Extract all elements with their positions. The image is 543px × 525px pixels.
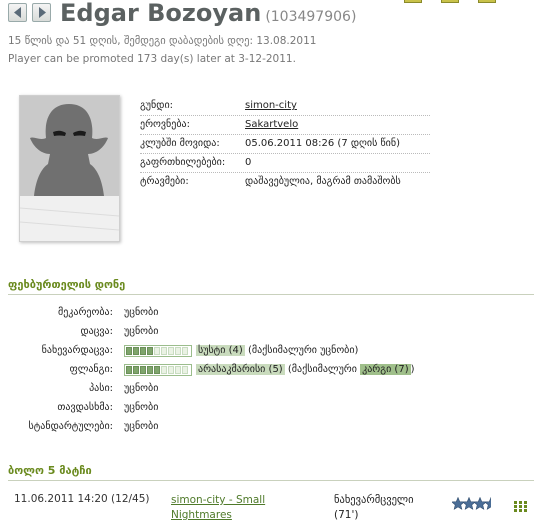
playmaking-level-text: სუსტი (4) (მაქსიმალური უცნობი) <box>196 345 358 356</box>
match-position: ნახევარმცველი (71') <box>334 494 414 521</box>
skill-bar-segment <box>168 347 174 355</box>
goalkeeping-value: უცნობი <box>124 307 159 318</box>
silhouette-icon <box>19 96 120 241</box>
arrow-right-icon <box>39 7 46 18</box>
winger-max-suffix: ) <box>410 364 415 375</box>
promotion-info-line: Player can be promoted 173 day(s) later … <box>8 53 296 65</box>
joined-label: კლუბში მოვიდა: <box>140 138 220 149</box>
half-star-icon <box>484 497 491 510</box>
skill-row-playmaking: ნახევარდაცვა: სუსტი (4) (მაქსიმალური უცნ… <box>0 342 543 361</box>
previous-player-button[interactable] <box>8 3 27 22</box>
player-age-line: 15 წლის და 51 დღის, შემდეგი დაბადების დღ… <box>8 35 317 47</box>
player-avatar <box>19 95 120 242</box>
skill-bar-segment <box>182 366 188 374</box>
skill-bar-playmaking <box>124 345 192 357</box>
skill-row-setpieces: სტანდარტულები: უცნობი <box>0 418 543 437</box>
divider <box>140 172 430 173</box>
goalkeeping-label: მეკარეობა: <box>57 307 113 318</box>
match-details-icon[interactable] <box>514 501 528 513</box>
warnings-value: 0 <box>245 157 252 168</box>
player-id: (103497906) <box>265 9 357 25</box>
joined-value: 05.06.2011 08:26 (7 დღის წინ) <box>245 138 400 149</box>
skill-row-winger: ფლანგი: არასაკმარისი (5) (მაქსიმალური კა… <box>0 361 543 380</box>
skill-bar-segment <box>168 366 174 374</box>
nationality-link[interactable]: Sakartvelo <box>245 119 298 130</box>
star-icon <box>452 497 465 510</box>
winger-max-level: კარგი (7) <box>360 364 411 375</box>
injuries-value: დაშავებულია, მაგრამ თამაშობს <box>245 176 401 187</box>
player-name-heading: Edgar Bozoyan (103497906) <box>60 0 356 27</box>
passing-value: უცნობი <box>124 383 159 394</box>
section-divider <box>8 294 534 295</box>
skills-section-title: ფეხბურთელის დონე <box>8 278 126 291</box>
passing-label: პასი: <box>89 383 113 394</box>
skill-bar-segment <box>126 366 132 374</box>
skill-bar-segment <box>161 366 167 374</box>
player-name: Edgar Bozoyan <box>60 0 262 27</box>
skill-bar-segment <box>126 347 132 355</box>
setpieces-value: უცნობი <box>124 421 159 432</box>
skill-bar-segment <box>133 366 139 374</box>
winger-level: არასაკმარისი (5) <box>196 364 285 375</box>
skill-bar-segment <box>175 366 181 374</box>
star-icon <box>462 497 476 510</box>
winger-level-text: არასაკმარისი (5) (მაქსიმალური კარგი (7)) <box>196 364 415 375</box>
nationality-label: ეროვნება: <box>140 119 190 130</box>
arrow-left-icon <box>14 7 21 18</box>
skill-row-passing: პასი: უცნობი <box>0 380 543 399</box>
skill-bar-segment <box>147 366 153 374</box>
toolbar-button[interactable] <box>478 0 496 3</box>
skill-bar-segment <box>154 347 160 355</box>
toolbar-button[interactable] <box>404 0 422 3</box>
skill-bar-segment <box>140 347 146 355</box>
playmaking-label: ნახევარდაცვა: <box>41 345 113 356</box>
section-divider <box>8 480 534 481</box>
skill-bar-segment <box>175 347 181 355</box>
defending-label: დაცვა: <box>80 326 113 337</box>
skill-bar-segment <box>182 347 188 355</box>
skill-row-scoring: თავდასხმა: უცნობი <box>0 399 543 418</box>
skill-bar-segment <box>147 347 153 355</box>
defending-value: უცნობი <box>124 326 159 337</box>
divider <box>140 153 430 154</box>
skill-bar-segment <box>140 366 146 374</box>
star-icon <box>473 497 487 510</box>
matches-section-title: ბოლო 5 მატჩი <box>8 464 92 477</box>
divider <box>140 134 430 135</box>
winger-label: ფლანგი: <box>69 364 113 375</box>
playmaking-max: (მაქსიმალური უცნობი) <box>247 345 359 356</box>
injuries-label: ტრავმები: <box>140 176 189 187</box>
divider <box>140 115 430 116</box>
playmaking-level: სუსტი (4) <box>196 345 245 356</box>
team-label: გუნდი: <box>140 100 173 111</box>
winger-max-prefix: (მაქსიმალური <box>287 364 357 375</box>
match-link[interactable]: simon-city - Small Nightmares <box>171 493 291 523</box>
match-date: 11.06.2011 14:20 (12/45) <box>14 493 150 505</box>
scoring-label: თავდასხმა: <box>57 402 113 413</box>
scoring-value: უცნობი <box>124 402 159 413</box>
rating-stars-icon <box>452 497 491 510</box>
skill-bar-winger <box>124 364 192 376</box>
skill-row-defending: დაცვა: უცნობი <box>0 323 543 342</box>
team-link[interactable]: simon-city <box>245 100 297 111</box>
skill-bar-segment <box>133 347 139 355</box>
next-player-button[interactable] <box>32 3 51 22</box>
match-row: 11.06.2011 14:20 (12/45) simon-city - Sm… <box>0 490 543 525</box>
warnings-label: გაფრთხილებები: <box>140 157 226 168</box>
toolbar-button[interactable] <box>441 0 459 3</box>
skill-bar-segment <box>154 366 160 374</box>
setpieces-label: სტანდარტულები: <box>28 421 114 432</box>
skill-row-goalkeeping: მეკარეობა: უცნობი <box>0 304 543 323</box>
skill-bar-segment <box>161 347 167 355</box>
